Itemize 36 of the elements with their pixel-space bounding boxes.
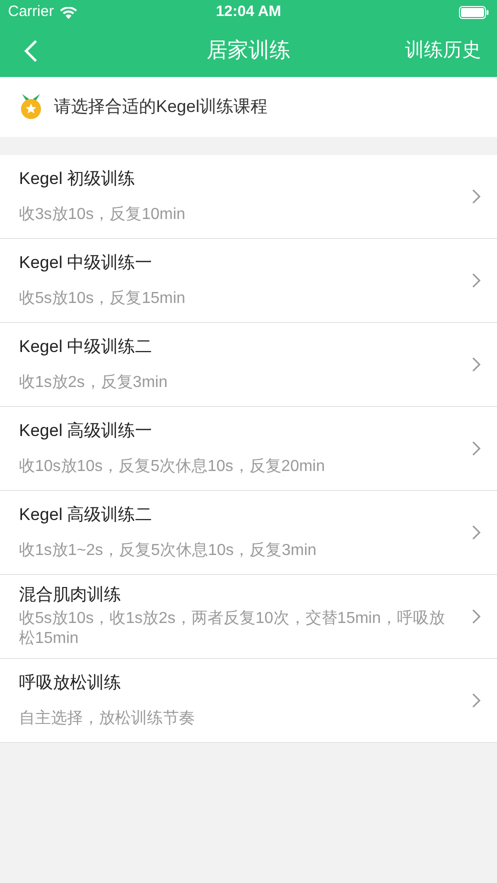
- battery-icon: [459, 6, 489, 19]
- course-row[interactable]: Kegel 中级训练一 收5s放10s，反复15min: [0, 239, 497, 323]
- course-description: 收1s放1~2s，反复5次休息10s，反复3min: [19, 540, 318, 561]
- course-row[interactable]: Kegel 中级训练二 收1s放2s，反复3min: [0, 323, 497, 407]
- chevron-icon: [472, 609, 481, 624]
- course-title: Kegel 中级训练二: [19, 336, 154, 358]
- wifi-icon: [60, 6, 77, 18]
- chevron-icon: [472, 693, 481, 708]
- course-row[interactable]: Kegel 初级训练 收3s放10s，反复10min: [0, 155, 497, 239]
- course-row[interactable]: 混合肌肉训练 收5s放10s，收1s放2s，两者反复10次，交替15min，呼吸放松15min: [0, 575, 497, 659]
- chevron-icon: [472, 273, 481, 288]
- carrier-label: Carrier: [8, 2, 54, 22]
- chevron-icon: [472, 525, 481, 540]
- back-icon: [24, 39, 38, 63]
- course-row[interactable]: 呼吸放松训练 自主选择，放松训练节奏: [0, 659, 497, 743]
- course-title: Kegel 中级训练一: [19, 252, 154, 274]
- course-description: 收5s放10s，收1s放2s，两者反复10次，交替15min，呼吸放松15min: [19, 609, 446, 649]
- course-row[interactable]: Kegel 高级训练二 收1s放1~2s，反复5次休息10s，反复3min: [0, 491, 497, 575]
- page-title: 居家训练: [206, 38, 290, 64]
- medal-icon: [20, 94, 42, 120]
- course-description: 收3s放10s，反复10min: [19, 204, 186, 225]
- chevron-icon: [472, 189, 481, 204]
- course-title: Kegel 高级训练一: [19, 420, 154, 442]
- course-title: 呼吸放松训练: [19, 672, 122, 694]
- course-title: Kegel 高级训练二: [19, 504, 154, 526]
- course-row[interactable]: Kegel 高级训练一 收10s放10s，反复5次休息10s，反复20min: [0, 407, 497, 491]
- chevron-icon: [472, 357, 481, 372]
- course-description: 收1s放2s，反复3min: [19, 372, 168, 393]
- course-description: 收10s放10s，反复5次休息10s，反复20min: [19, 456, 326, 477]
- chevron-icon: [472, 441, 481, 456]
- course-title: 混合肌肉训练: [19, 584, 122, 606]
- course-description: 自主选择，放松训练节奏: [19, 708, 196, 729]
- course-description: 收5s放10s，反复15min: [19, 288, 186, 309]
- clock-time: 12:04 AM: [216, 2, 282, 22]
- banner-text: 请选择合适的Kegel训练课程: [54, 96, 268, 118]
- course-title: Kegel 初级训练: [19, 168, 136, 190]
